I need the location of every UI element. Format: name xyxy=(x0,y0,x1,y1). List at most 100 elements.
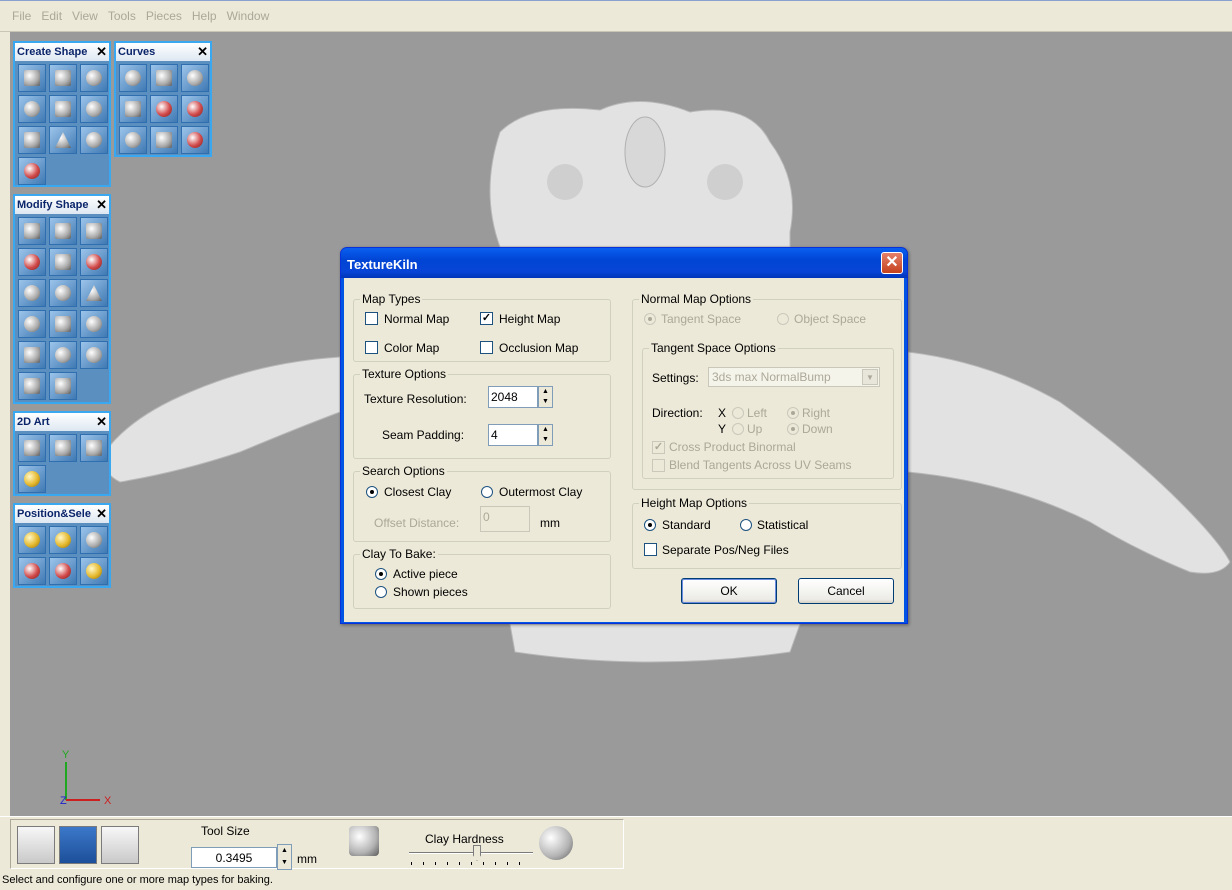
palette-titlebar[interactable]: Create Shape ✕ xyxy=(15,43,109,61)
cylinder-tool-icon[interactable] xyxy=(18,126,46,154)
cube-tool-icon[interactable] xyxy=(49,95,77,123)
curve-loft-tool-icon[interactable] xyxy=(119,126,147,154)
select-tool-icon[interactable] xyxy=(18,526,46,554)
occlusion-map-checkbox[interactable] xyxy=(480,341,493,354)
curve-tool-icon[interactable] xyxy=(119,64,147,92)
camera-2d-tool-icon[interactable] xyxy=(18,465,46,493)
rotate-tool-icon[interactable] xyxy=(80,526,108,554)
offset-distance-input[interactable]: 0 xyxy=(480,506,530,532)
curve-emboss-tool-icon[interactable] xyxy=(181,126,209,154)
outermost-clay-radio[interactable] xyxy=(481,486,493,498)
cut-tool-icon[interactable] xyxy=(18,341,46,369)
slider-thumb[interactable] xyxy=(473,845,481,861)
normal-map-checkbox[interactable] xyxy=(365,312,378,325)
deform-tool-icon[interactable] xyxy=(18,279,46,307)
close-icon[interactable]: ✕ xyxy=(96,197,107,213)
tangent-space-radio[interactable] xyxy=(644,313,656,325)
palette-titlebar[interactable]: Modify Shape ✕ xyxy=(15,196,109,214)
pick-tool-icon[interactable] xyxy=(18,557,46,585)
grid-2d-tool-icon[interactable] xyxy=(49,434,77,462)
direction-left-radio[interactable] xyxy=(732,407,744,419)
palette-titlebar[interactable]: Position&Sele ✕ xyxy=(15,505,109,523)
direction-right-radio[interactable] xyxy=(787,407,799,419)
cross-product-checkbox[interactable]: ✓ xyxy=(652,441,665,454)
ring-tool-icon[interactable] xyxy=(49,279,77,307)
twist-tool-icon[interactable] xyxy=(80,310,108,338)
statistical-radio[interactable] xyxy=(740,519,752,531)
capsule-tool-icon[interactable] xyxy=(80,126,108,154)
direction-up-radio[interactable] xyxy=(732,423,744,435)
box-sketch-tool-icon[interactable] xyxy=(49,64,77,92)
paint-2d-tool-icon[interactable] xyxy=(18,434,46,462)
blend-tangents-checkbox[interactable] xyxy=(652,459,665,472)
box-tool-icon[interactable] xyxy=(18,372,46,400)
curve-mirror-tool-icon[interactable] xyxy=(119,95,147,123)
curve-surface-tool-icon[interactable] xyxy=(150,126,178,154)
menu-pieces[interactable]: Pieces xyxy=(146,9,182,23)
shown-pieces-radio[interactable] xyxy=(375,586,387,598)
menu-tools[interactable]: Tools xyxy=(108,9,136,23)
height-map-checkbox[interactable]: ✓ xyxy=(480,312,493,325)
color-map-checkbox[interactable] xyxy=(365,341,378,354)
seam-padding-spinner[interactable]: ▲ ▼ xyxy=(538,424,553,446)
settings-dropdown[interactable]: 3ds max NormalBump ▼ xyxy=(708,367,880,387)
clay-hardness-slider[interactable] xyxy=(409,845,533,865)
chevron-down-icon[interactable]: ▼ xyxy=(862,369,878,385)
cancel-button[interactable]: Cancel xyxy=(798,578,894,604)
palette-titlebar[interactable]: Curves ✕ xyxy=(116,43,210,61)
attract-tool-icon[interactable] xyxy=(49,248,77,276)
pod-tool-icon[interactable] xyxy=(80,64,108,92)
curve-sphere-tool-icon[interactable] xyxy=(181,64,209,92)
menu-help[interactable]: Help xyxy=(192,9,217,23)
tug-tool-icon[interactable] xyxy=(80,217,108,245)
pull-tool-icon[interactable] xyxy=(49,310,77,338)
mirror-tool-icon[interactable] xyxy=(18,248,46,276)
menu-view[interactable]: View xyxy=(72,9,98,23)
ball-tool-icon[interactable] xyxy=(80,341,108,369)
dialog-titlebar[interactable]: TextureKiln ✕ xyxy=(341,248,907,278)
menu-file[interactable]: File xyxy=(12,9,31,23)
close-icon[interactable]: ✕ xyxy=(96,506,107,522)
orbit-tool-icon[interactable] xyxy=(49,557,77,585)
cone-tool-icon[interactable] xyxy=(49,126,77,154)
texture-resolution-input[interactable]: 2048 xyxy=(488,386,538,408)
active-piece-radio[interactable] xyxy=(375,568,387,580)
emboss-tool-icon[interactable] xyxy=(80,248,108,276)
object-space-radio[interactable] xyxy=(777,313,789,325)
orientation-tool-icon[interactable] xyxy=(101,826,139,864)
menu-edit[interactable]: Edit xyxy=(41,9,62,23)
lathe-tool-icon[interactable] xyxy=(18,95,46,123)
standard-radio[interactable] xyxy=(644,519,656,531)
curve-deform-tool-icon[interactable] xyxy=(150,95,178,123)
menu-window[interactable]: Window xyxy=(227,9,270,23)
seam-padding-input[interactable]: 4 xyxy=(488,424,538,446)
spike-tool-icon[interactable] xyxy=(80,279,108,307)
hand-tool-icon[interactable] xyxy=(49,372,77,400)
camera-view-tool-icon[interactable] xyxy=(59,826,97,864)
extrude-tool-icon[interactable] xyxy=(18,64,46,92)
direction-down-radio[interactable] xyxy=(787,423,799,435)
palette-titlebar[interactable]: 2D Art ✕ xyxy=(15,413,109,431)
image-2d-tool-icon[interactable] xyxy=(80,434,108,462)
texture-resolution-spinner[interactable]: ▲ ▼ xyxy=(538,386,553,408)
separate-pos-neg-checkbox[interactable] xyxy=(644,543,657,556)
close-icon[interactable]: ✕ xyxy=(96,414,107,430)
sculpt-tool-icon[interactable] xyxy=(18,310,46,338)
carve-tool-icon[interactable] xyxy=(18,217,46,245)
curve-wire-tool-icon[interactable] xyxy=(181,95,209,123)
texture-tool-icon[interactable] xyxy=(49,341,77,369)
center-tool-icon[interactable] xyxy=(80,557,108,585)
tool-size-spinner[interactable]: ▲ ▼ xyxy=(277,844,292,870)
close-icon[interactable]: ✕ xyxy=(197,44,208,60)
ok-button[interactable]: OK xyxy=(681,578,777,604)
import-tool-icon[interactable] xyxy=(18,157,46,185)
close-icon[interactable]: ✕ xyxy=(881,252,903,274)
sphere-tool-icon[interactable] xyxy=(80,95,108,123)
close-icon[interactable]: ✕ xyxy=(96,44,107,60)
curve-edit-tool-icon[interactable] xyxy=(150,64,178,92)
tool-size-input[interactable]: 0.3495 xyxy=(191,847,277,868)
closest-clay-radio[interactable] xyxy=(366,486,378,498)
smooth-tool-icon[interactable] xyxy=(49,217,77,245)
position-tool-icon[interactable] xyxy=(49,526,77,554)
sketch-tool-icon[interactable] xyxy=(17,826,55,864)
